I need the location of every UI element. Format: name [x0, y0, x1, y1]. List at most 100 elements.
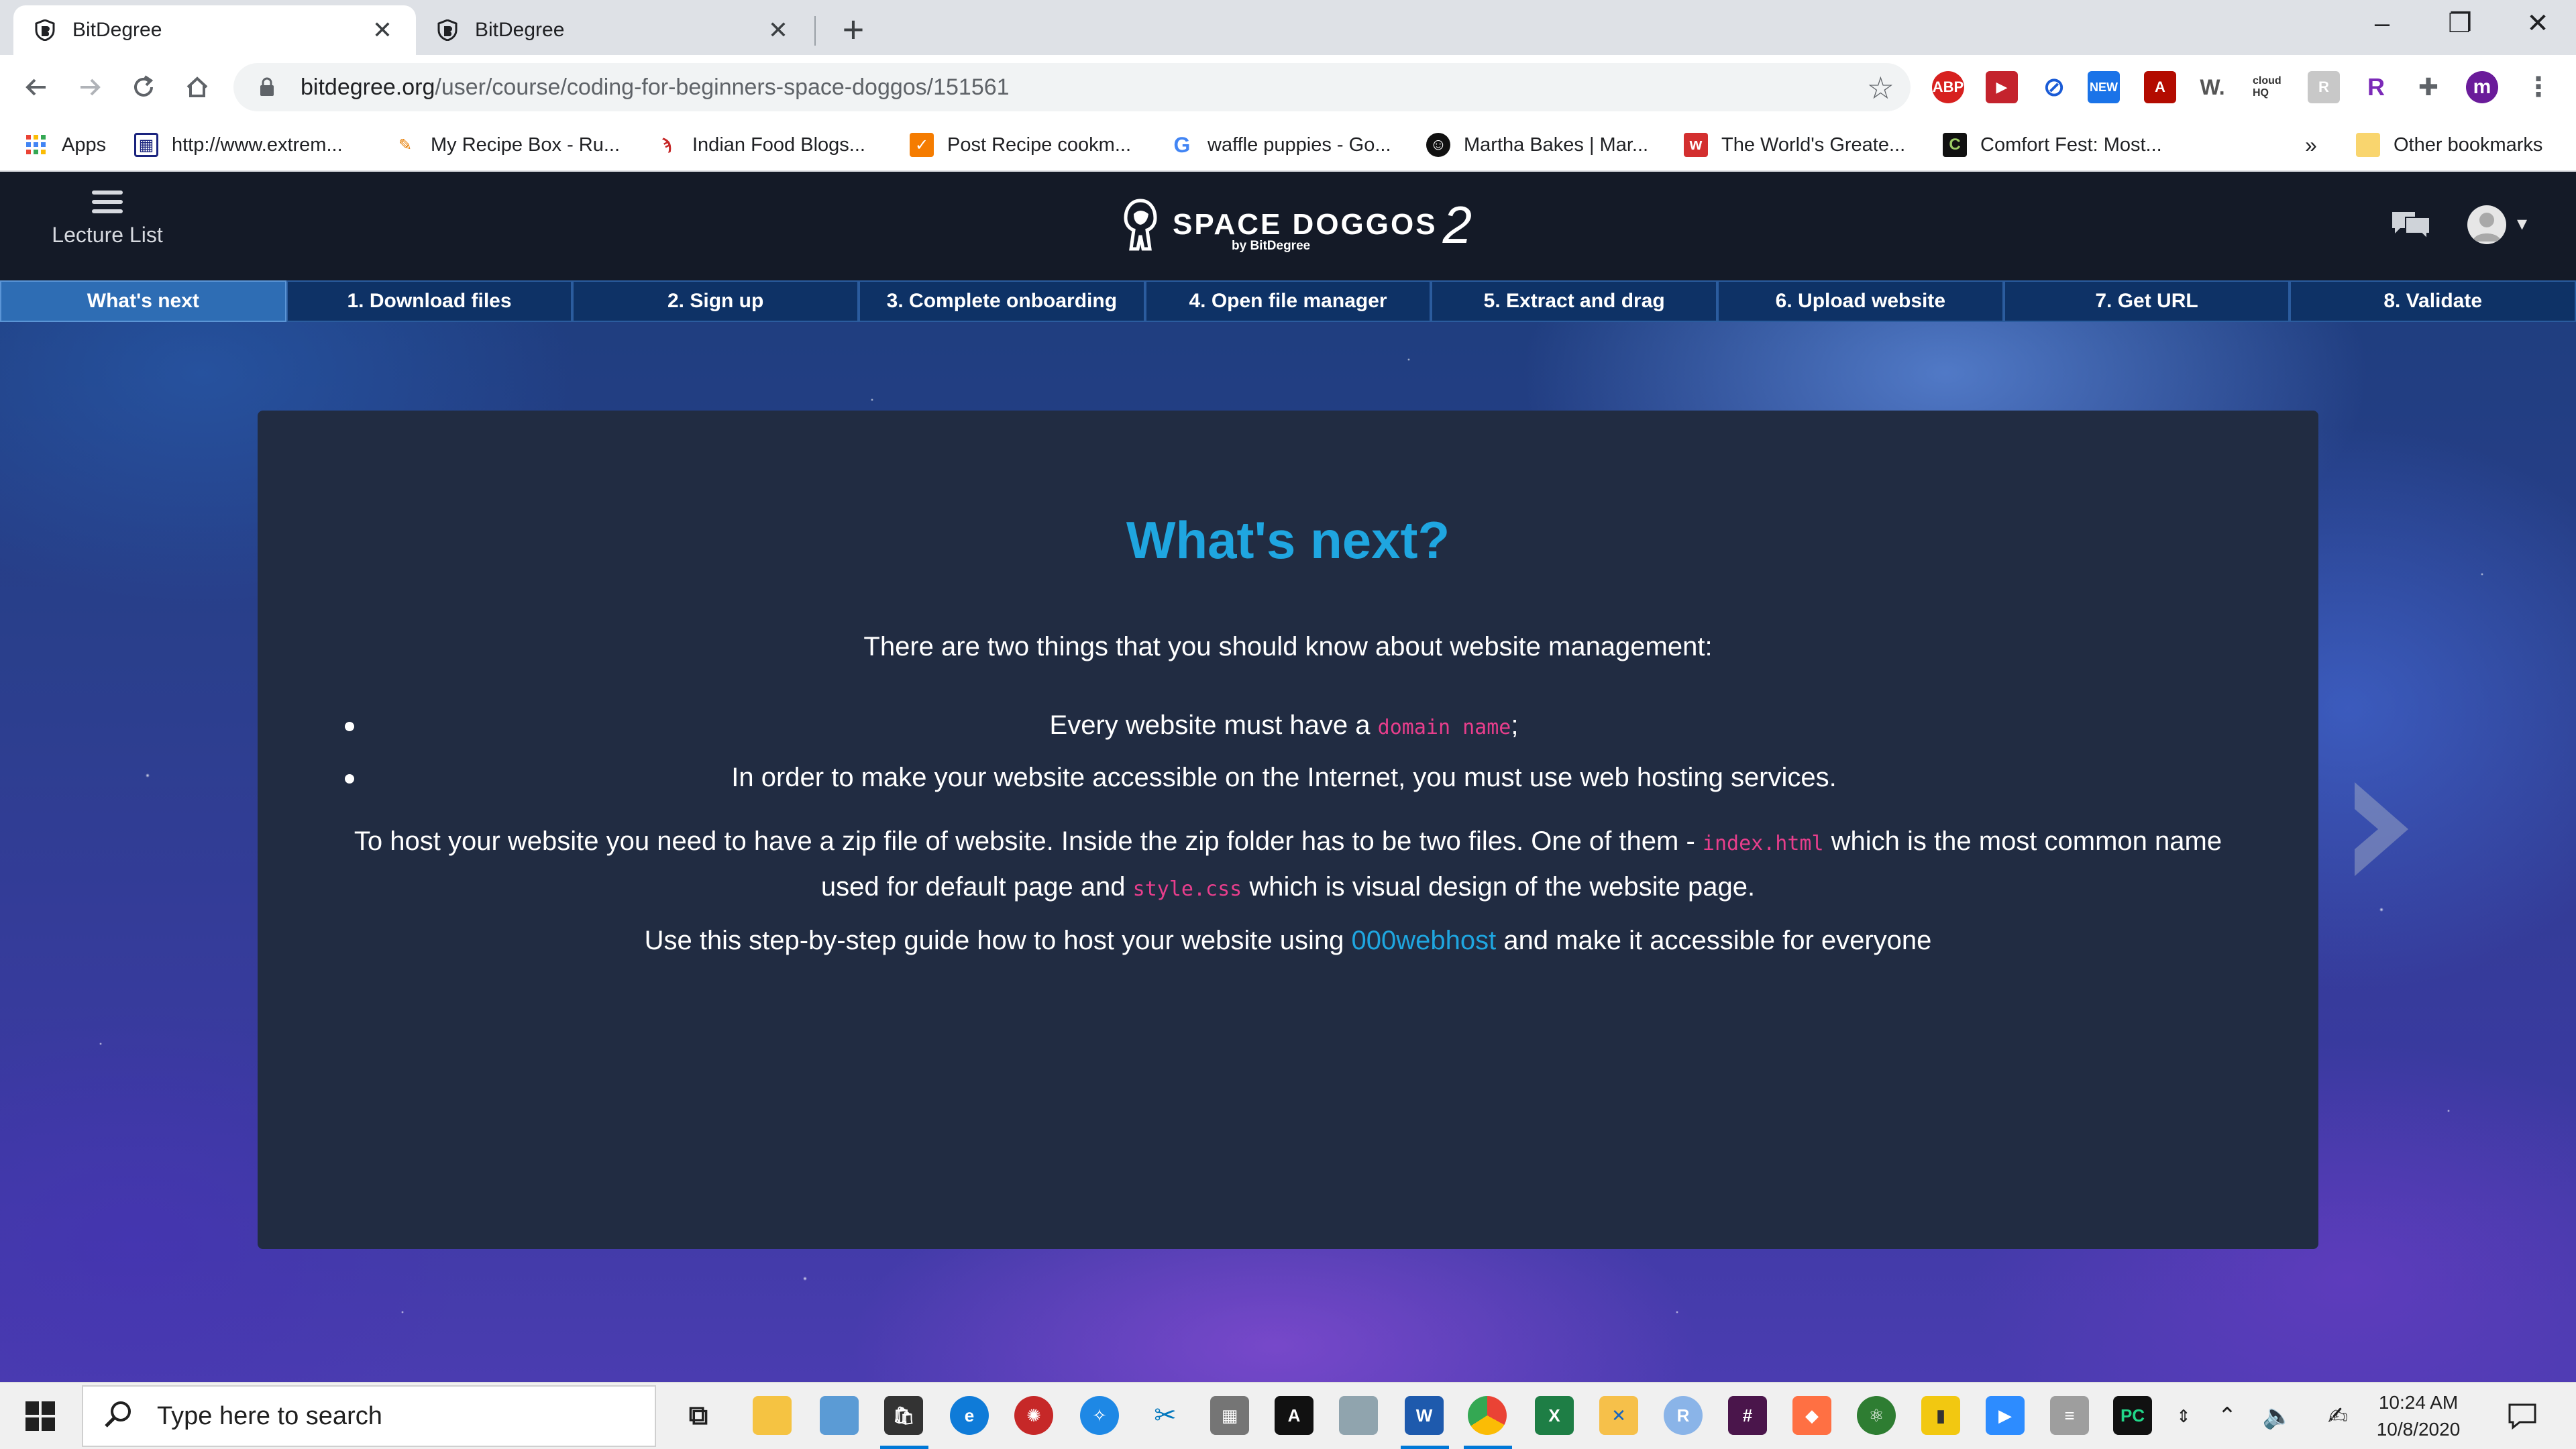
- atom-icon[interactable]: ⚛: [1857, 1396, 1896, 1435]
- pen-icon[interactable]: ✍: [2314, 1383, 2361, 1449]
- w-extension-icon[interactable]: W.: [2196, 71, 2229, 103]
- bookmark-extrem[interactable]: ▦ http://www.extrem...: [134, 127, 343, 162]
- home-icon: [186, 76, 208, 97]
- new-extension-icon[interactable]: NEW: [2088, 71, 2120, 103]
- lock-icon[interactable]: [254, 77, 280, 97]
- close-window-button[interactable]: ✕: [2501, 0, 2575, 47]
- list-item: In order to make your website accessible…: [345, 751, 2223, 804]
- word-icon[interactable]: W: [1405, 1396, 1444, 1435]
- step-tab-complete-onboarding[interactable]: 3. Complete onboarding: [859, 280, 1145, 322]
- browser-tab-active[interactable]: BitDegree ✕: [13, 5, 416, 55]
- store-icon[interactable]: 🛍: [884, 1396, 923, 1435]
- space-doggos-logo[interactable]: SPACE DOGGOS 2 by BitDegree: [1120, 195, 1472, 255]
- bookmark-waffle-puppies[interactable]: G waffle puppies - Go...: [1170, 127, 1391, 162]
- chevron-down-icon[interactable]: ▾: [2517, 212, 2527, 235]
- step-tab-whats-next[interactable]: What's next: [0, 280, 286, 322]
- show-hidden-icons-chevron-up-icon[interactable]: ⌃: [2207, 1383, 2247, 1449]
- pycharm-icon[interactable]: PC: [2113, 1396, 2152, 1435]
- list-item: Every website must have a domain name;: [345, 699, 2223, 751]
- photos-icon[interactable]: [820, 1396, 859, 1435]
- zoom-icon[interactable]: ▶: [1986, 1396, 2025, 1435]
- paragraph-text: and make it accessible for everyone: [1496, 926, 1932, 955]
- tray-scroll-icon[interactable]: ⇕: [2174, 1383, 2194, 1449]
- red-app-icon[interactable]: ✺: [1014, 1396, 1053, 1435]
- bookmark-worlds-greatest[interactable]: w The World's Greate...: [1684, 127, 1905, 162]
- readwise-extension-icon[interactable]: ▶: [1986, 71, 2018, 103]
- bookmark-label: Indian Food Blogs...: [692, 133, 865, 156]
- r-extension-icon[interactable]: R: [2360, 71, 2392, 103]
- edge-icon[interactable]: e: [950, 1396, 989, 1435]
- step-tab-extract-and-drag[interactable]: 5. Extract and drag: [1431, 280, 1718, 322]
- step-tab-open-file-manager[interactable]: 4. Open file manager: [1144, 280, 1432, 322]
- task-view-icon[interactable]: ⧉: [679, 1396, 718, 1435]
- bookmark-star-icon[interactable]: ☆: [1867, 70, 1894, 106]
- cloudhq-extension-icon[interactable]: cloud HQ: [2253, 71, 2285, 103]
- step-tab-upload-website[interactable]: 6. Upload website: [1717, 280, 2004, 322]
- new-tab-button[interactable]: +: [835, 8, 872, 51]
- lecture-list-button[interactable]: Lecture List: [40, 191, 174, 248]
- file-explorer-icon[interactable]: [753, 1396, 792, 1435]
- user-avatar[interactable]: [2467, 205, 2506, 244]
- browser-tab[interactable]: BitDegree ✕: [416, 5, 812, 55]
- step-tab-get-url[interactable]: 7. Get URL: [2003, 280, 2290, 322]
- green-c-icon: C: [1943, 133, 1967, 157]
- adblock-extension-icon[interactable]: ABP: [1932, 71, 1964, 103]
- next-lesson-arrow-icon[interactable]: [2348, 775, 2422, 886]
- bookmark-label: Comfort Fest: Most...: [1980, 133, 2162, 156]
- tab-separator: [814, 16, 816, 46]
- bookmark-post-recipe[interactable]: ✓ Post Recipe cookm...: [910, 127, 1131, 162]
- diamond-app-icon[interactable]: ◆: [1792, 1396, 1831, 1435]
- tab-close-icon[interactable]: ✕: [369, 16, 396, 44]
- tools-icon[interactable]: ✕: [1599, 1396, 1638, 1435]
- bookmark-recipe-box[interactable]: ✎ My Recipe Box - Ru...: [393, 127, 620, 162]
- reload-button[interactable]: [123, 67, 164, 107]
- slack-icon[interactable]: #: [1728, 1396, 1767, 1435]
- active-app-indicator: [880, 1446, 928, 1449]
- power-bi-icon[interactable]: ▮: [1921, 1396, 1960, 1435]
- home-button[interactable]: [177, 67, 217, 107]
- reload-icon: [134, 75, 154, 97]
- step-tab-validate[interactable]: 8. Validate: [2290, 280, 2576, 322]
- chat-icon[interactable]: [2390, 208, 2432, 245]
- chrome-icon[interactable]: [1468, 1396, 1507, 1435]
- bookmark-apps[interactable]: Apps: [24, 127, 106, 162]
- block-extension-icon[interactable]: ⊘: [2038, 71, 2070, 103]
- forward-arrow-icon: [80, 78, 101, 96]
- bookmarks-overflow-button[interactable]: »: [2305, 127, 2317, 162]
- menu-kebab-icon[interactable]: ⋮: [2522, 71, 2555, 103]
- step-tab-sign-up[interactable]: 2. Sign up: [572, 280, 859, 322]
- notifications-icon[interactable]: [2496, 1383, 2549, 1449]
- bookmark-martha-bakes[interactable]: ☺ Martha Bakes | Mar...: [1426, 127, 1648, 162]
- bookmark-comfort-fest[interactable]: C Comfort Fest: Most...: [1943, 127, 2162, 162]
- step-tab-download-files[interactable]: 1. Download files: [286, 280, 573, 322]
- snip-icon[interactable]: ✂: [1146, 1396, 1185, 1435]
- forward-button[interactable]: [70, 67, 110, 107]
- other-bookmarks[interactable]: Other bookmarks: [2356, 127, 2542, 162]
- restore-button[interactable]: ❐: [2423, 0, 2497, 47]
- volume-icon[interactable]: 🔈: [2254, 1383, 2301, 1449]
- safari-icon[interactable]: ✧: [1080, 1396, 1119, 1435]
- extensions-puzzle-icon[interactable]: ✚: [2412, 71, 2445, 103]
- excel-icon[interactable]: X: [1535, 1396, 1574, 1435]
- paragraph-text: which is visual design of the website pa…: [1242, 872, 1756, 902]
- grey-extension-icon[interactable]: R: [2308, 71, 2340, 103]
- profile-avatar-icon[interactable]: m: [2466, 71, 2498, 103]
- r-app-icon[interactable]: R: [1664, 1396, 1703, 1435]
- acrobat-icon[interactable]: A: [1275, 1396, 1313, 1435]
- lesson-bullet-list: Every website must have a domain name; I…: [345, 699, 2223, 804]
- acrobat-extension-icon[interactable]: A: [2144, 71, 2176, 103]
- bookmark-indian-food[interactable]: ϡ Indian Food Blogs...: [655, 127, 865, 162]
- address-bar[interactable]: bitdegree.org/user/course/coding-for-beg…: [233, 63, 1911, 111]
- start-button[interactable]: [0, 1383, 80, 1449]
- inline-code: domain name: [1377, 716, 1511, 739]
- back-button[interactable]: [16, 67, 56, 107]
- database-icon[interactable]: ≡: [2050, 1396, 2089, 1435]
- taskbar-search[interactable]: Type here to search: [82, 1385, 656, 1447]
- minimize-button[interactable]: –: [2345, 0, 2419, 47]
- bookmark-label: Martha Bakes | Mar...: [1464, 133, 1649, 156]
- calculator-icon[interactable]: ▦: [1210, 1396, 1249, 1435]
- taskbar-clock[interactable]: 10:24 AM 10/8/2020: [2368, 1389, 2469, 1443]
- notes-icon[interactable]: [1339, 1396, 1378, 1435]
- webhost-link[interactable]: 000webhost: [1351, 926, 1496, 955]
- tab-close-icon[interactable]: ✕: [765, 16, 792, 44]
